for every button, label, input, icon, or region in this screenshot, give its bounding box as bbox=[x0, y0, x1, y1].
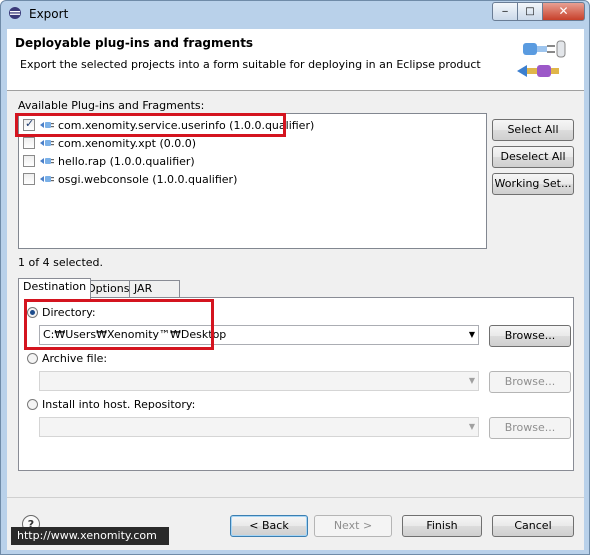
list-item[interactable]: osgi.webconsole (1.0.0.qualifier) bbox=[23, 170, 237, 188]
tab-jar-signing[interactable]: JAR Signing bbox=[129, 280, 180, 311]
dropdown-arrow-icon[interactable]: ▼ bbox=[469, 372, 475, 390]
directory-label: Directory: bbox=[42, 306, 96, 319]
dropdown-arrow-icon[interactable]: ▼ bbox=[469, 326, 475, 344]
page-description: Export the selected projects into a form… bbox=[20, 58, 481, 71]
install-option[interactable]: Install into host. Repository: bbox=[27, 398, 195, 411]
back-button[interactable]: < Back bbox=[230, 515, 308, 537]
destination-panel: Directory: C:₩Users₩Xenomity™₩Desktop ▼ … bbox=[18, 297, 574, 471]
export-dialog: Export ‒ □ ✕ Deployable plug-ins and fra… bbox=[0, 0, 590, 555]
plugin-label: com.xenomity.service.userinfo (1.0.0.qua… bbox=[58, 118, 315, 132]
minimize-button[interactable]: ‒ bbox=[492, 2, 518, 21]
plugins-list[interactable]: com.xenomity.service.userinfo (1.0.0.qua… bbox=[18, 113, 487, 249]
plugin-label: osgi.webconsole (1.0.0.qualifier) bbox=[58, 172, 238, 186]
page-title: Deployable plug-ins and fragments bbox=[15, 36, 254, 50]
plugins-list-label: Available Plug-ins and Fragments: bbox=[18, 99, 205, 112]
eclipse-icon bbox=[9, 7, 21, 19]
checkbox[interactable] bbox=[23, 173, 35, 185]
wizard-header: Deployable plug-ins and fragments Export… bbox=[7, 29, 584, 91]
directory-browse-button[interactable]: Browse... bbox=[489, 325, 571, 347]
plugin-icon bbox=[40, 122, 54, 128]
footer-separator bbox=[7, 497, 584, 498]
dropdown-arrow-icon[interactable]: ▼ bbox=[469, 418, 475, 436]
maximize-button[interactable]: □ bbox=[517, 2, 543, 21]
plugin-icon bbox=[40, 140, 54, 146]
archive-option[interactable]: Archive file: bbox=[27, 352, 107, 365]
list-item[interactable]: com.xenomity.service.userinfo (1.0.0.qua… bbox=[23, 116, 314, 134]
install-label: Install into host. Repository: bbox=[42, 398, 196, 411]
window-title: Export bbox=[29, 7, 69, 21]
repository-browse-button[interactable]: Browse... bbox=[489, 417, 571, 439]
archive-radio[interactable] bbox=[27, 353, 38, 364]
plugin-label: hello.rap (1.0.0.qualifier) bbox=[58, 154, 195, 168]
directory-radio[interactable] bbox=[27, 307, 38, 318]
directory-value: C:₩Users₩Xenomity™₩Desktop bbox=[43, 328, 227, 341]
select-all-button[interactable]: Select All bbox=[492, 119, 574, 141]
archive-browse-button[interactable]: Browse... bbox=[489, 371, 571, 393]
checkbox-checked[interactable] bbox=[23, 117, 35, 131]
close-button[interactable]: ✕ bbox=[542, 2, 585, 21]
plugin-icon bbox=[40, 158, 54, 164]
list-item[interactable]: com.xenomity.xpt (0.0.0) bbox=[23, 134, 196, 152]
next-button[interactable]: Next > bbox=[314, 515, 392, 537]
archive-combo[interactable]: ▼ bbox=[39, 371, 479, 391]
cancel-button[interactable]: Cancel bbox=[492, 515, 574, 537]
working-set-button[interactable]: Working Set... bbox=[492, 173, 574, 195]
repository-combo[interactable]: ▼ bbox=[39, 417, 479, 437]
selection-count: 1 of 4 selected. bbox=[18, 256, 104, 269]
deselect-all-button[interactable]: Deselect All bbox=[492, 146, 574, 168]
directory-combo[interactable]: C:₩Users₩Xenomity™₩Desktop ▼ bbox=[39, 325, 479, 345]
plugin-export-banner-icon bbox=[517, 40, 566, 77]
directory-option[interactable]: Directory: bbox=[27, 306, 96, 319]
dialog-body: Deployable plug-ins and fragments Export… bbox=[7, 29, 584, 550]
archive-label: Archive file: bbox=[42, 352, 108, 365]
list-item[interactable]: hello.rap (1.0.0.qualifier) bbox=[23, 152, 195, 170]
plugin-icon bbox=[40, 176, 54, 182]
tab-destination[interactable]: Destination bbox=[18, 278, 92, 299]
watermark: http://www.xenomity.com bbox=[11, 527, 169, 545]
title-bar[interactable]: Export ‒ □ ✕ bbox=[1, 1, 589, 27]
checkbox[interactable] bbox=[23, 155, 35, 167]
checkbox[interactable] bbox=[23, 137, 35, 149]
install-radio[interactable] bbox=[27, 399, 38, 410]
plugin-label: com.xenomity.xpt (0.0.0) bbox=[58, 136, 197, 150]
finish-button[interactable]: Finish bbox=[402, 515, 482, 537]
